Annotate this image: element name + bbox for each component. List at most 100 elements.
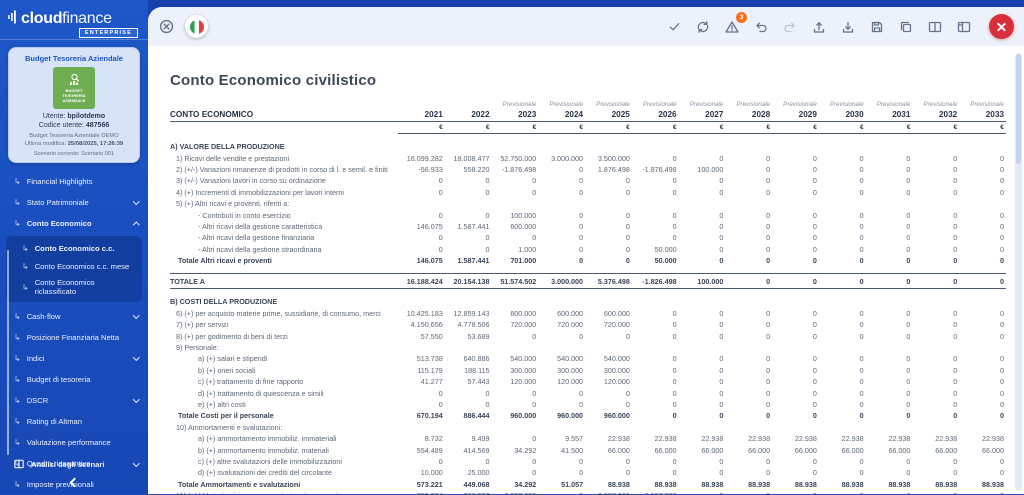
brand-name-bold: cloud <box>21 10 62 27</box>
row-label: 2) (+/-) Variazioni rimanenze di prodott… <box>170 165 398 174</box>
cell-value: 22.938 <box>679 434 726 443</box>
cell-value: 640.886 <box>445 354 492 363</box>
download-icon[interactable] <box>840 19 856 35</box>
chevron-down-icon <box>133 198 139 204</box>
sidebar-item-analisi-degli-scenari[interactable]: Analisi degli scenari <box>0 452 148 476</box>
cell-value: 16.099.282 <box>398 154 445 163</box>
undo-icon[interactable] <box>753 19 769 35</box>
cell-value: 0 <box>679 354 726 363</box>
cell-value: 9.557 <box>538 434 585 443</box>
cell-value: 0 <box>632 468 679 477</box>
cell-value: 0 <box>959 256 1006 265</box>
cell-value: 0 <box>772 457 819 466</box>
cell-value: 1.876.498 <box>585 165 632 174</box>
thumbnail-label: BUDGET TESORERIA AZIENDALE <box>55 88 93 103</box>
brand-name-light: finance <box>62 10 112 27</box>
cell-value: 0 <box>866 320 913 329</box>
sidebar-item-posizione-finanziaria-netta[interactable]: ↳Posizione Finanziaria Netta <box>0 327 148 348</box>
cell-value: 0 <box>632 354 679 363</box>
split-columns-icon[interactable] <box>927 19 943 35</box>
cell-value: 0 <box>912 468 959 477</box>
card-title: Budget Tesoreria Aziendale <box>13 54 135 63</box>
vertical-scrollbar[interactable] <box>1015 53 1022 491</box>
alerts-warning-icon[interactable]: 3 <box>724 19 740 35</box>
language-italian-flag[interactable] <box>185 15 208 38</box>
scrollbar-thumb[interactable] <box>1016 54 1021 164</box>
table-row: b) (+) ammortamento immobiliz. materiali… <box>170 444 1006 455</box>
row-label: d) (+) svalutazioni dei crediti del circ… <box>170 468 398 477</box>
budget-pictogram-icon <box>68 73 81 86</box>
cell-value: 66.000 <box>959 446 1006 455</box>
sidebar-item-indici[interactable]: ↳Indici <box>0 348 148 369</box>
scenario-line: Scenario corrente: Scenario 001 <box>13 151 135 157</box>
cell-value: 3.000.000 <box>538 154 585 163</box>
copy-icon[interactable] <box>898 19 914 35</box>
sidebar-item-stato-patrimoniale[interactable]: ↳Stato Patrimoniale <box>0 192 148 213</box>
cell-value: 0 <box>819 256 866 265</box>
redo-icon[interactable] <box>782 19 798 35</box>
sidebar-item-conto-economico-c-c-mese[interactable]: ↳Conto Economico c.c. mese <box>6 257 142 275</box>
cell-value: 0 <box>538 245 585 254</box>
cell-value: 0 <box>632 222 679 231</box>
sidebar-item-label: Stato Patrimoniale <box>27 198 130 207</box>
cell-value: 0 <box>445 188 492 197</box>
cell-value: 0 <box>959 176 1006 185</box>
sidebar-item-cash-flow[interactable]: ↳Cash-flow <box>0 306 148 327</box>
close-button[interactable] <box>989 14 1014 39</box>
cell-value: 0 <box>772 222 819 231</box>
circled-x-icon[interactable] <box>158 18 175 35</box>
panel-board-icon[interactable] <box>956 19 972 35</box>
sidebar-item-label: Cash-flow <box>27 312 130 321</box>
collapse-sidebar-icon[interactable] <box>69 478 79 488</box>
currency-symbol: € <box>819 124 866 131</box>
cell-value: 57.443 <box>445 377 492 386</box>
cell-value: 0 <box>679 309 726 318</box>
confirm-check-icon[interactable] <box>667 19 682 34</box>
sidebar-item-label: Conto Economico c.c. mese <box>35 262 134 271</box>
chevron-down-icon <box>133 460 139 466</box>
year-header: 2028 <box>725 110 772 119</box>
previsionale-label: Previsionale <box>585 101 632 108</box>
cell-value: 960.000 <box>585 411 632 420</box>
cell-value: 0 <box>632 188 679 197</box>
cell-value: 88.938 <box>725 480 772 489</box>
chevron-up-icon <box>133 222 139 228</box>
sidebar-item-dscr[interactable]: ↳DSCR <box>0 390 148 411</box>
sync-icon[interactable] <box>695 19 711 35</box>
sidebar-item-rating-di-altman[interactable]: ↳Rating di Altman <box>0 411 148 432</box>
cell-value: 51.574.502 <box>492 277 539 286</box>
cell-value: 0 <box>679 332 726 341</box>
sidebar-item-valutazione-performance[interactable]: ↳Valutazione performance <box>0 432 148 453</box>
user-line: Utente: bpilotdemo <box>13 113 135 120</box>
year-header: 2031 <box>866 110 913 119</box>
upload-icon[interactable] <box>811 19 827 35</box>
cell-value: 0 <box>398 245 445 254</box>
sidebar-item-budget-di-tesoreria[interactable]: ↳Budget di tesoreria <box>0 369 148 390</box>
sidebar-item-conto-economico[interactable]: ↳Conto Economico <box>0 213 148 234</box>
sidebar-scrollbar[interactable] <box>7 250 9 455</box>
sidebar-item-conto-economico-riclassificato[interactable]: ↳Conto Economico riclassificato <box>6 275 142 299</box>
currency-symbol: € <box>959 124 1006 131</box>
cell-value: 0 <box>959 411 1006 420</box>
cell-value: 0 <box>632 211 679 220</box>
cell-value: 0 <box>725 377 772 386</box>
currency-symbol: € <box>725 124 772 131</box>
cell-value: 0 <box>912 411 959 420</box>
cell-value: 0 <box>492 176 539 185</box>
cell-value: 0 <box>912 366 959 375</box>
cell-value: 0 <box>725 309 772 318</box>
cell-value: 0 <box>959 468 1006 477</box>
cell-value: 0 <box>679 222 726 231</box>
cell-value: 0 <box>679 366 726 375</box>
cell-value: 0 <box>772 468 819 477</box>
sidebar-item-financial-highlights[interactable]: ↳Financial Highlights <box>0 171 148 192</box>
save-icon[interactable] <box>869 19 885 35</box>
cell-value: 0 <box>772 211 819 220</box>
row-label: 4) (+) Incrementi di immobilizzazioni pe… <box>170 188 398 197</box>
row-label: 3) (+/-) Variazioni lavori in corso su o… <box>170 176 398 185</box>
cell-value: 66.000 <box>866 446 913 455</box>
cell-value: 0 <box>538 457 585 466</box>
cell-value: 0 <box>679 400 726 409</box>
cell-value: 0 <box>772 277 819 286</box>
sidebar-item-conto-economico-c-c[interactable]: ↳Conto Economico c.c. <box>6 239 142 257</box>
